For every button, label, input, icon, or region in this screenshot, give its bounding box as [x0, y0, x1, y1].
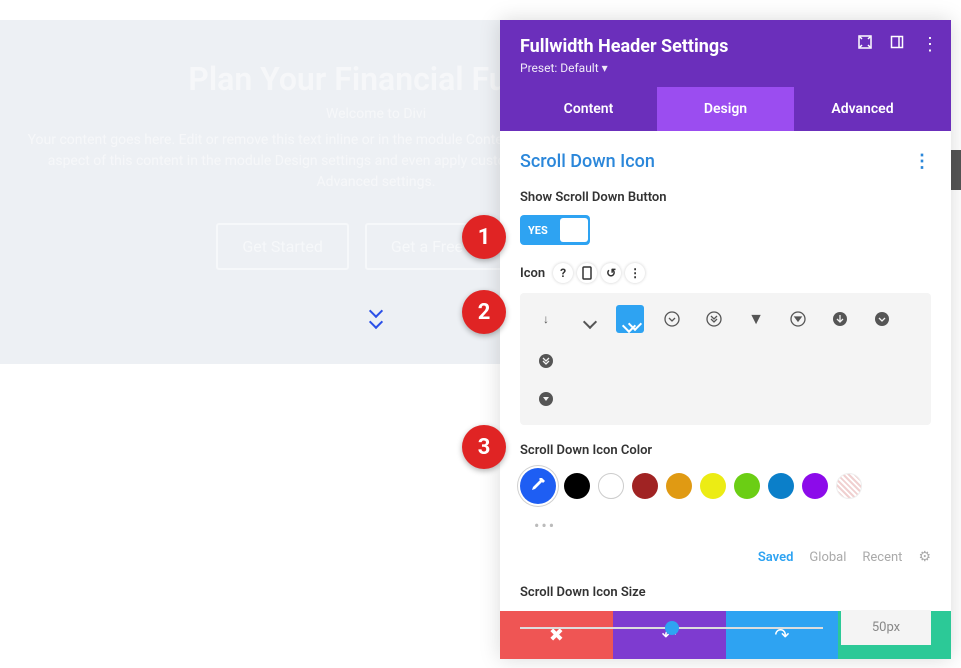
icon-option-double-chevron-circle[interactable]	[700, 305, 728, 333]
icon-option-chevron-circle-outline[interactable]	[658, 305, 686, 333]
palette-tab-global[interactable]: Global	[809, 550, 846, 565]
show-scroll-toggle[interactable]: YES	[520, 215, 590, 245]
palette-tab-recent[interactable]: Recent	[862, 550, 902, 565]
icon-option-double-chevron[interactable]	[616, 305, 644, 333]
section-menu-icon[interactable]: ⋮	[913, 151, 931, 172]
color-palette-tabs: Saved Global Recent ⚙	[520, 549, 931, 565]
modal-header: Fullwidth Header Settings Preset: Defaul…	[500, 20, 951, 131]
icon-size-slider[interactable]	[520, 618, 823, 638]
icon-picker: ↓ ▼	[520, 293, 931, 425]
tab-content[interactable]: Content	[520, 87, 657, 131]
help-icon[interactable]: ?	[553, 263, 573, 283]
more-swatches-icon[interactable]: •••	[534, 516, 931, 535]
icon-size-field: Scroll Down Icon Size 50px	[520, 585, 931, 645]
settings-modal: Fullwidth Header Settings Preset: Defaul…	[500, 20, 951, 659]
slider-thumb[interactable]	[665, 621, 679, 635]
swatch-black[interactable]	[564, 473, 590, 499]
panel-drag-handle[interactable]	[951, 150, 961, 190]
icon-option-chevron-small[interactable]	[574, 305, 602, 333]
palette-tab-saved[interactable]: Saved	[758, 550, 794, 565]
icon-color-label: Scroll Down Icon Color	[520, 443, 931, 458]
swatch-yellow[interactable]	[700, 473, 726, 499]
icon-option-chevron-circle-fill[interactable]	[868, 305, 896, 333]
hover-icon[interactable]: ↺	[601, 263, 621, 283]
icon-option-arrow-circle-fill[interactable]	[826, 305, 854, 333]
section-title: Scroll Down Icon ⋮	[520, 151, 931, 172]
more-icon[interactable]: ⋮	[625, 263, 645, 283]
icon-option-triangle-circle[interactable]	[784, 305, 812, 333]
swatch-blue[interactable]	[768, 473, 794, 499]
color-swatches	[520, 468, 931, 504]
preset-selector[interactable]: Preset: Default ▾	[520, 61, 931, 75]
swatch-green[interactable]	[734, 473, 760, 499]
modal-tabs: Content Design Advanced	[520, 87, 931, 131]
swatch-white[interactable]	[598, 473, 624, 499]
swatch-orange[interactable]	[666, 473, 692, 499]
swatch-transparent[interactable]	[836, 473, 862, 499]
modal-body: Scroll Down Icon ⋮ Show Scroll Down Butt…	[500, 131, 951, 611]
icon-field: Icon ? ↺ ⋮ ↓ ▼	[520, 263, 931, 425]
responsive-icon[interactable]	[577, 263, 597, 283]
icon-option-triangle[interactable]: ▼	[742, 305, 770, 333]
tab-advanced[interactable]: Advanced	[794, 87, 931, 131]
callout-3: 3	[462, 425, 506, 469]
color-picker-button[interactable]	[520, 468, 556, 504]
callout-2: 2	[462, 290, 506, 334]
get-started-button[interactable]: Get Started	[216, 223, 349, 270]
expand-icon[interactable]	[857, 34, 873, 50]
tab-design[interactable]: Design	[657, 87, 794, 131]
icon-option-arrow[interactable]: ↓	[532, 305, 560, 333]
icon-size-label: Scroll Down Icon Size	[520, 585, 931, 600]
icon-color-field: Scroll Down Icon Color ••• Saved Global	[520, 443, 931, 565]
swatch-darkred[interactable]	[632, 473, 658, 499]
icon-option-triangle-circle-fill[interactable]	[532, 385, 560, 413]
kebab-menu-icon[interactable]: ⋮	[921, 34, 937, 50]
callout-1: 1	[462, 215, 506, 259]
show-scroll-label: Show Scroll Down Button	[520, 190, 931, 205]
swatch-purple[interactable]	[802, 473, 828, 499]
palette-settings-icon[interactable]: ⚙	[918, 549, 931, 565]
icon-size-value[interactable]: 50px	[841, 610, 931, 645]
show-scroll-field: Show Scroll Down Button YES	[520, 190, 931, 245]
icon-option-double-chevron-fill[interactable]	[532, 347, 560, 375]
snap-icon[interactable]	[889, 34, 905, 50]
icon-label: Icon	[520, 266, 545, 281]
